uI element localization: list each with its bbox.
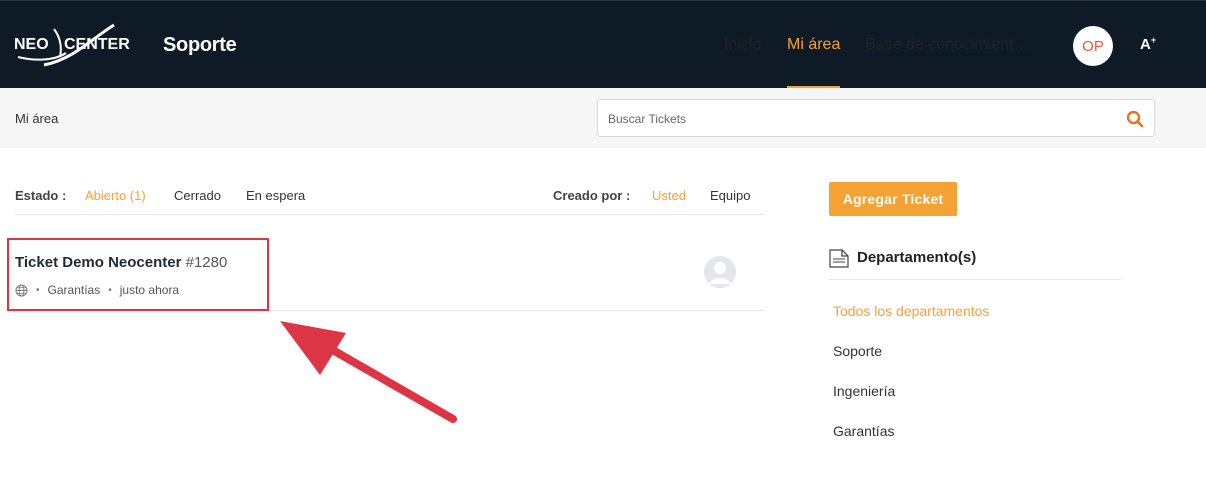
meta-separator: • [36, 284, 40, 296]
filter-en-espera[interactable]: En espera [246, 188, 305, 203]
breadcrumb: Mi área [15, 111, 59, 126]
sub-bar: Mi área [0, 88, 1206, 148]
ticket-row[interactable]: Ticket Demo Neocenter #1280 • Garantías … [15, 240, 765, 311]
filter-abierto[interactable]: Abierto (1) [85, 188, 146, 203]
font-toggle-sup: + [1150, 35, 1157, 45]
departments-list: Todos los departamentos Soporte Ingenier… [833, 301, 989, 461]
dept-item-ingenieria[interactable]: Ingeniería [833, 381, 989, 421]
dept-item-todos[interactable]: Todos los departamentos [833, 301, 989, 341]
ticket-department: Garantías [47, 283, 101, 297]
user-avatar[interactable]: OP [1073, 26, 1113, 66]
user-avatar-icon [704, 256, 736, 288]
add-ticket-button[interactable]: Agregar Ticket [829, 182, 957, 216]
search-input[interactable] [608, 109, 1108, 129]
ticket-title[interactable]: Ticket Demo Neocenter #1280 [15, 254, 227, 271]
dept-item-soporte[interactable]: Soporte [833, 341, 989, 381]
nav-base-conocimiento[interactable]: Base de conocimient… [865, 1, 1030, 89]
logo-mark-icon: NEO CENTER [14, 23, 130, 67]
brand-subtitle: Soporte [163, 34, 237, 56]
estado-label: Estado : [15, 188, 67, 203]
font-size-toggle[interactable]: A+ [1140, 35, 1156, 53]
search-icon[interactable] [1126, 110, 1144, 128]
filter-bar: Estado : Abierto (1) Cerrado En espera C… [15, 188, 765, 215]
filter-equipo[interactable]: Equipo [710, 188, 750, 203]
neocenter-logo[interactable]: NEO CENTER [14, 23, 154, 67]
ticket-title-text: Ticket Demo Neocenter [15, 254, 182, 271]
logo-left-text: NEO [14, 36, 49, 53]
globe-icon [15, 283, 28, 297]
nav-inicio[interactable]: Inicio [724, 1, 761, 89]
departments-title: Departamento(s) [857, 249, 977, 266]
ticket-time: justo ahora [119, 283, 180, 297]
nav-mi-area[interactable]: Mi área [787, 1, 841, 89]
arrow-annotation [280, 321, 457, 423]
meta-separator: • [108, 284, 112, 296]
search-box[interactable] [597, 99, 1155, 137]
departments-header: Departamento(s) [829, 246, 1121, 280]
creado-por-label: Creado por : [553, 188, 631, 203]
dept-item-garantias[interactable]: Garantías [833, 421, 989, 461]
top-header: NEO CENTER Soporte Inicio Mi área Base d… [0, 0, 1206, 89]
ticket-meta: • Garantías • justo ahora [15, 283, 179, 297]
filter-cerrado[interactable]: Cerrado [174, 188, 221, 203]
font-toggle-letter: A [1140, 36, 1151, 53]
ticket-number: #1280 [185, 254, 228, 271]
document-icon [829, 249, 849, 268]
filter-usted[interactable]: Usted [652, 188, 686, 203]
